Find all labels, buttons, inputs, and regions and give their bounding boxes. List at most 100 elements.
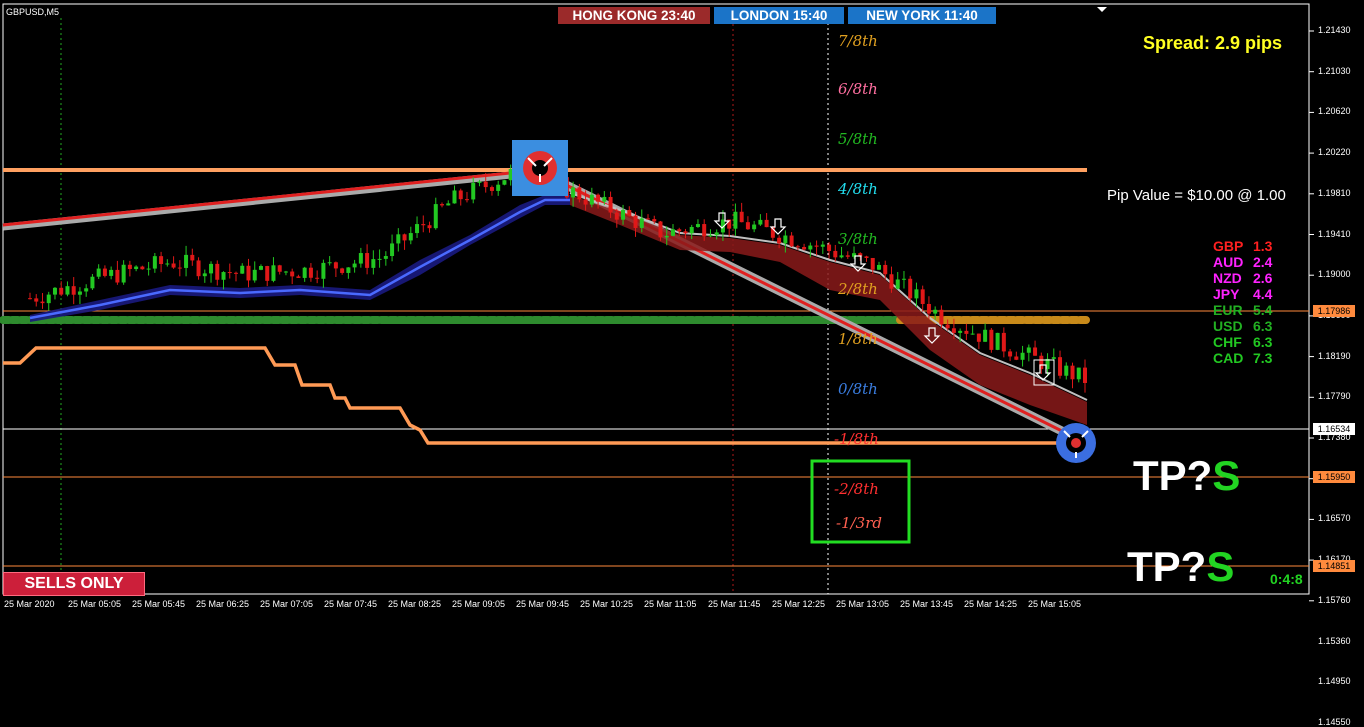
candle-body xyxy=(689,226,694,234)
candle-body xyxy=(477,181,482,183)
price-axis-ticks xyxy=(1309,30,1314,602)
candle-body xyxy=(440,204,445,206)
currency-code: AUD xyxy=(1213,254,1244,270)
candle-body xyxy=(702,224,707,237)
candle-body xyxy=(134,266,139,270)
candle-body xyxy=(814,245,819,247)
candle-body xyxy=(159,256,164,265)
murrey-level-label: 7/8th xyxy=(838,32,878,50)
candle-body xyxy=(408,233,413,241)
price-chart[interactable] xyxy=(0,0,1364,616)
candle-body xyxy=(1083,367,1087,383)
candle-body xyxy=(1058,357,1063,376)
candle-body xyxy=(184,254,189,268)
sells-only-badge: SELLS ONLY xyxy=(3,572,145,596)
candle-body xyxy=(221,272,226,280)
time-tick-label: 25 Mar 12:25 xyxy=(772,599,826,609)
candle-body xyxy=(889,274,894,289)
murrey-level-label: 2/8th xyxy=(838,280,878,298)
candle-body xyxy=(633,215,638,228)
candle-body xyxy=(464,199,469,201)
candle-body xyxy=(845,255,850,257)
candle-body xyxy=(315,277,320,279)
candle-body xyxy=(209,263,214,274)
candle-body xyxy=(970,333,975,335)
candle-body xyxy=(102,268,107,276)
currency-code: CAD xyxy=(1213,350,1244,366)
price-tick-label: 1.19810 xyxy=(1318,187,1351,198)
tp-upper-label: TP?S xyxy=(1133,452,1240,500)
candle-body xyxy=(583,199,588,205)
currency-cad: CAD 7.3 xyxy=(1213,350,1272,366)
candle-body xyxy=(951,328,956,333)
candle-body xyxy=(121,264,126,283)
candle-body xyxy=(84,288,89,292)
candle-body xyxy=(1014,356,1019,360)
currency-code: NZD xyxy=(1213,270,1242,286)
price-tick-label: 1.15760 xyxy=(1318,594,1351,605)
candle-body xyxy=(677,229,682,232)
session-london: LONDON 15:40 xyxy=(714,7,844,24)
candle-body xyxy=(446,203,451,206)
candle-body xyxy=(377,258,382,260)
candle-body xyxy=(52,287,57,295)
candle-body xyxy=(140,266,145,270)
session-hong-kong: HONG KONG 23:40 xyxy=(558,7,710,24)
candle-body xyxy=(739,211,744,223)
candle-body xyxy=(277,265,282,272)
time-tick-label: 25 Mar 07:45 xyxy=(324,599,378,609)
currency-eur: EUR 5.4 xyxy=(1213,302,1272,318)
pip-value-label: Pip Value = $10.00 @ 1.00 xyxy=(1107,187,1286,204)
candle-body xyxy=(215,263,220,280)
candle-body xyxy=(234,272,239,274)
candle-body xyxy=(77,291,82,295)
price-tick-label: 1.15360 xyxy=(1318,635,1351,646)
candle-body xyxy=(926,303,931,314)
price-tick-label: 1.21430 xyxy=(1318,25,1351,35)
candle-body xyxy=(808,245,813,250)
candle-body xyxy=(402,234,407,241)
candle-body xyxy=(820,244,825,247)
candle-body xyxy=(296,276,301,278)
candle-body xyxy=(933,309,938,314)
price-tick-label: 1.17790 xyxy=(1318,391,1351,402)
candle-body xyxy=(783,235,788,244)
candle-body xyxy=(383,256,388,259)
candle-body xyxy=(127,264,132,270)
candle-body xyxy=(976,333,981,342)
candle-body xyxy=(496,184,501,191)
candle-body xyxy=(227,272,232,274)
candle-body xyxy=(290,271,295,277)
murrey-level-label: -2/8th xyxy=(834,480,879,498)
candle-body xyxy=(427,225,432,229)
candle-body xyxy=(639,218,644,228)
candle-body xyxy=(708,235,713,237)
candle-body xyxy=(883,264,888,275)
candle-body xyxy=(327,262,332,264)
candle-body xyxy=(589,194,594,205)
candle-body xyxy=(920,289,925,304)
candle-body xyxy=(452,190,457,204)
price-tick-label: 1.21030 xyxy=(1318,65,1351,76)
candle-body xyxy=(28,298,32,300)
candle-body xyxy=(1051,357,1056,359)
time-tick-label: 25 Mar 05:45 xyxy=(132,599,186,609)
candle-body xyxy=(646,218,651,220)
currency-value: 6.3 xyxy=(1253,334,1273,350)
candle-body xyxy=(1064,365,1069,376)
candle-body xyxy=(995,332,1000,350)
candle-body xyxy=(346,267,351,273)
candle-body xyxy=(283,271,288,273)
candle-body xyxy=(1001,332,1006,352)
tp-upper-question: TP? xyxy=(1133,452,1213,499)
candle-body xyxy=(396,234,401,244)
candle-body xyxy=(901,278,906,280)
candle-body xyxy=(458,190,463,200)
price-tick-label: 1.14550 xyxy=(1318,716,1351,727)
candle-body xyxy=(252,269,257,281)
candle-body xyxy=(752,224,757,230)
time-tick-label: 25 Mar 09:05 xyxy=(452,599,506,609)
time-tick-label: 25 Mar 11:45 xyxy=(708,599,761,609)
candle-body xyxy=(190,254,195,261)
candle-body xyxy=(152,256,157,269)
